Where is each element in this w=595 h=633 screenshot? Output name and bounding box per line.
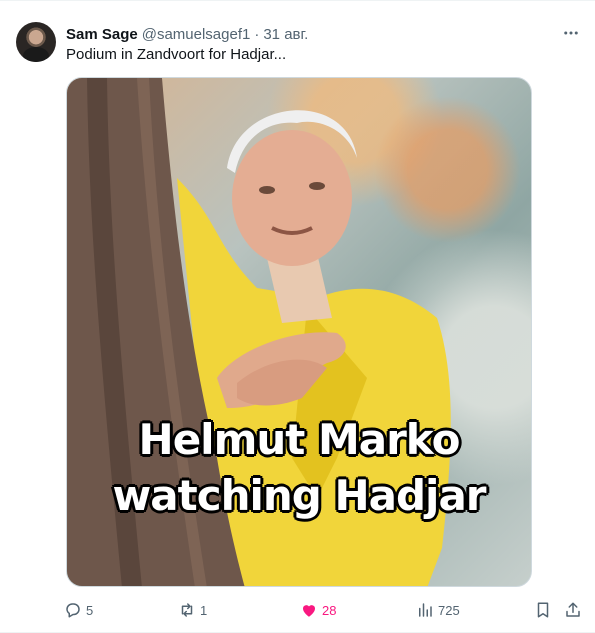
bookmark-button[interactable] [534,599,552,621]
repost-button[interactable]: 1 [178,599,207,621]
share-button[interactable] [564,599,582,621]
reply-icon [66,603,80,618]
tweet-header: Sam Sage @samuelsagef1 · 31 авг. [66,24,579,44]
post-date[interactable]: 31 авг. [263,26,308,43]
like-count: 28 [322,602,337,618]
action-bar: 5 1 28 725 [64,599,586,621]
views-count: 725 [438,602,460,618]
tweet-text: Podium in Zandvoort for Hadjar... [66,46,287,63]
repost-count: 1 [200,602,208,618]
views-button[interactable]: 725 [416,599,460,621]
more-dots-icon[interactable] [561,23,581,43]
tweet[interactable]: Sam Sage @samuelsagef1 · 31 авг. Podium … [0,0,595,633]
avatar[interactable] [16,22,56,62]
reply-count: 5 [86,602,94,618]
share-icon [566,602,580,617]
views-chart-icon [419,603,432,617]
meme-caption-line-1: Helmut Marko [138,415,461,464]
reply-button[interactable]: 5 [64,599,93,621]
like-button[interactable]: 28 [300,599,336,621]
separator-dot: · [254,25,260,43]
heart-filled-icon [303,605,315,617]
author-name[interactable]: Sam Sage [66,26,138,43]
tweet-image[interactable]: Helmut Marko watching Hadjar [66,77,532,587]
meme-caption-line-2: watching Hadjar [112,471,486,520]
author-handle[interactable]: @samuelsagef1 [142,26,251,43]
bookmark-icon [537,602,549,618]
repost-icon [181,603,193,617]
